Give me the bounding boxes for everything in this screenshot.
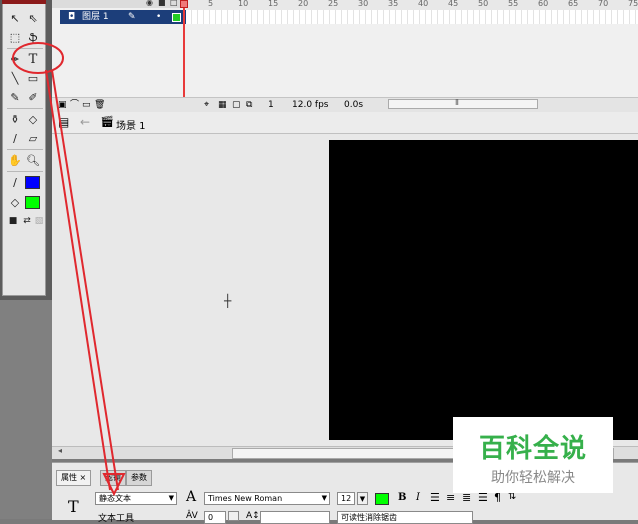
annotation-overlay — [12, 42, 126, 497]
annotation-circle — [12, 42, 64, 74]
annotation-arrowhead — [102, 473, 126, 497]
annotation-arrow-line-2 — [51, 69, 119, 491]
annotation-arrow-line-1 — [45, 69, 111, 491]
